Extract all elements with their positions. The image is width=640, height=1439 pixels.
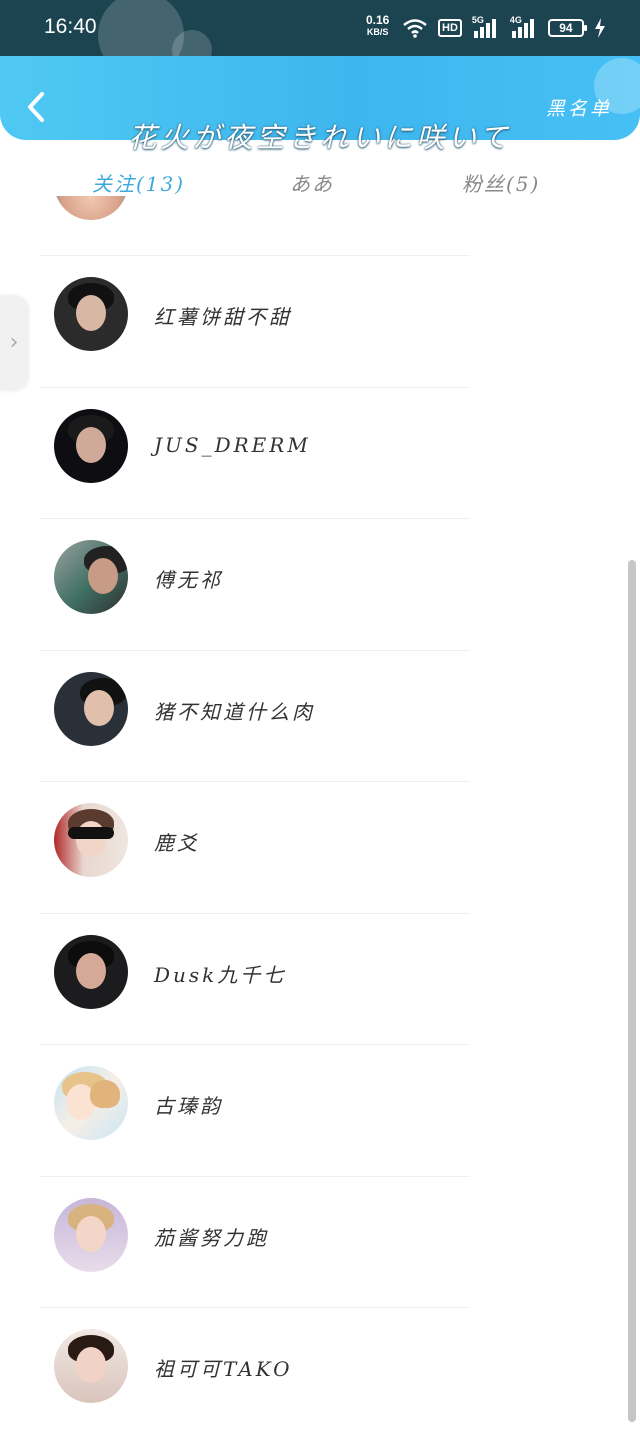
divider (40, 1044, 470, 1045)
divider (40, 1175, 470, 1177)
list-item[interactable]: 祖可可TAKO (0, 1307, 640, 1439)
network-speed: 0.16 KB/S (366, 14, 389, 38)
tab-middle[interactable]: ああ (290, 168, 334, 197)
avatar[interactable] (54, 1066, 128, 1140)
list-item[interactable]: Dusk九千七 (0, 912, 640, 1045)
page-title: 花火が夜空きれいに咲いて (128, 121, 512, 154)
avatar[interactable] (54, 540, 128, 614)
contact-name: 鹿爻 (154, 831, 200, 855)
avatar[interactable] (54, 671, 128, 746)
charging-icon (594, 18, 605, 38)
status-time: 16:40 (44, 15, 97, 38)
hd-voice-badge: HD (438, 19, 462, 37)
divider (40, 781, 470, 782)
contact-name: JUS_DRERM (154, 432, 311, 457)
contact-name: 傅无祁 (154, 568, 223, 592)
signal-4g-icon: 4G (510, 15, 538, 39)
divider (40, 386, 470, 388)
tab-following[interactable]: 关注(13) (92, 168, 185, 197)
divider (40, 1307, 470, 1308)
list-item[interactable]: 茄酱努力跑 (0, 1175, 640, 1308)
divider (40, 255, 470, 256)
contact-name: 红薯饼甜不甜 (154, 305, 292, 329)
tab-fans[interactable]: 粉丝(5) (462, 168, 540, 197)
network-speed-unit: KB/S (366, 27, 389, 37)
list-item[interactable]: JUS_DRERM (0, 386, 640, 519)
status-bar: 16:40 0.16 KB/S HD 5G 4G 94 (0, 0, 640, 78)
wifi-icon (403, 19, 427, 38)
avatar[interactable] (54, 1329, 128, 1403)
list-item[interactable]: 猪不知道什么肉 (0, 649, 640, 782)
contact-name: Dusk九千七 (154, 962, 287, 987)
signal-5g-icon: 5G (472, 15, 500, 39)
list-item[interactable]: 傅无祁 (0, 518, 640, 650)
following-list: 红薯饼甜不甜 JUS_DRERM 傅无祁 猪不知道什么肉 鹿爻 Dusk九千七 … (0, 255, 640, 1439)
avatar[interactable] (54, 408, 128, 483)
divider (40, 649, 470, 651)
scrollbar[interactable] (628, 560, 636, 1422)
list-item[interactable]: 鹿爻 (0, 781, 640, 913)
contact-name: 古瑧韵 (154, 1094, 223, 1118)
avatar[interactable] (54, 934, 128, 1009)
list-item[interactable]: 红薯饼甜不甜 (0, 255, 640, 387)
list-item[interactable]: 古瑧韵 (0, 1044, 640, 1176)
divider (40, 912, 470, 914)
contact-name: 祖可可TAKO (154, 1357, 293, 1381)
tab-middle-label: ああ (290, 172, 334, 196)
avatar[interactable] (54, 1197, 128, 1272)
contact-name: 茄酱努力跑 (154, 1225, 269, 1250)
battery-icon: 94 (547, 19, 587, 37)
avatar[interactable] (54, 803, 128, 877)
divider (40, 518, 470, 519)
battery-level: 94 (559, 21, 573, 35)
status-icons: HD 5G 4G 94 (402, 15, 606, 40)
avatar[interactable] (54, 277, 128, 351)
network-speed-value: 0.16 (366, 13, 390, 27)
contact-name: 猪不知道什么肉 (154, 699, 315, 724)
